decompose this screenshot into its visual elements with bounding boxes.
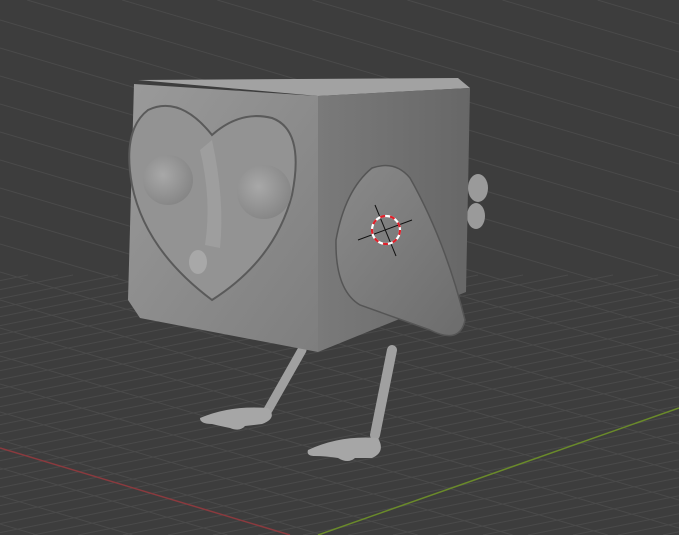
grid-line — [347, 468, 679, 535]
grid-line — [597, 0, 679, 25]
grid-line — [502, 0, 679, 53]
viewport-canvas[interactable] — [0, 0, 679, 535]
right-eye — [237, 165, 291, 219]
3d-viewport[interactable] — [0, 0, 679, 535]
grid-line — [0, 274, 119, 300]
grid-line — [527, 504, 679, 535]
grid-line — [0, 523, 38, 535]
grid-line — [302, 459, 679, 535]
grid-line — [0, 383, 513, 535]
tail-feathers — [467, 174, 488, 229]
left-eye — [143, 155, 193, 205]
grid-line — [212, 441, 679, 535]
grid-line — [0, 467, 228, 535]
grid-line — [0, 369, 679, 507]
grid-line — [0, 360, 679, 498]
grid-line — [0, 439, 323, 535]
grid-line — [122, 423, 679, 535]
grid-line — [0, 274, 74, 291]
owl-feet — [200, 407, 381, 461]
grid-line — [572, 513, 679, 535]
beak — [189, 250, 207, 274]
grid-line — [437, 486, 679, 535]
owl-legs — [263, 345, 397, 440]
